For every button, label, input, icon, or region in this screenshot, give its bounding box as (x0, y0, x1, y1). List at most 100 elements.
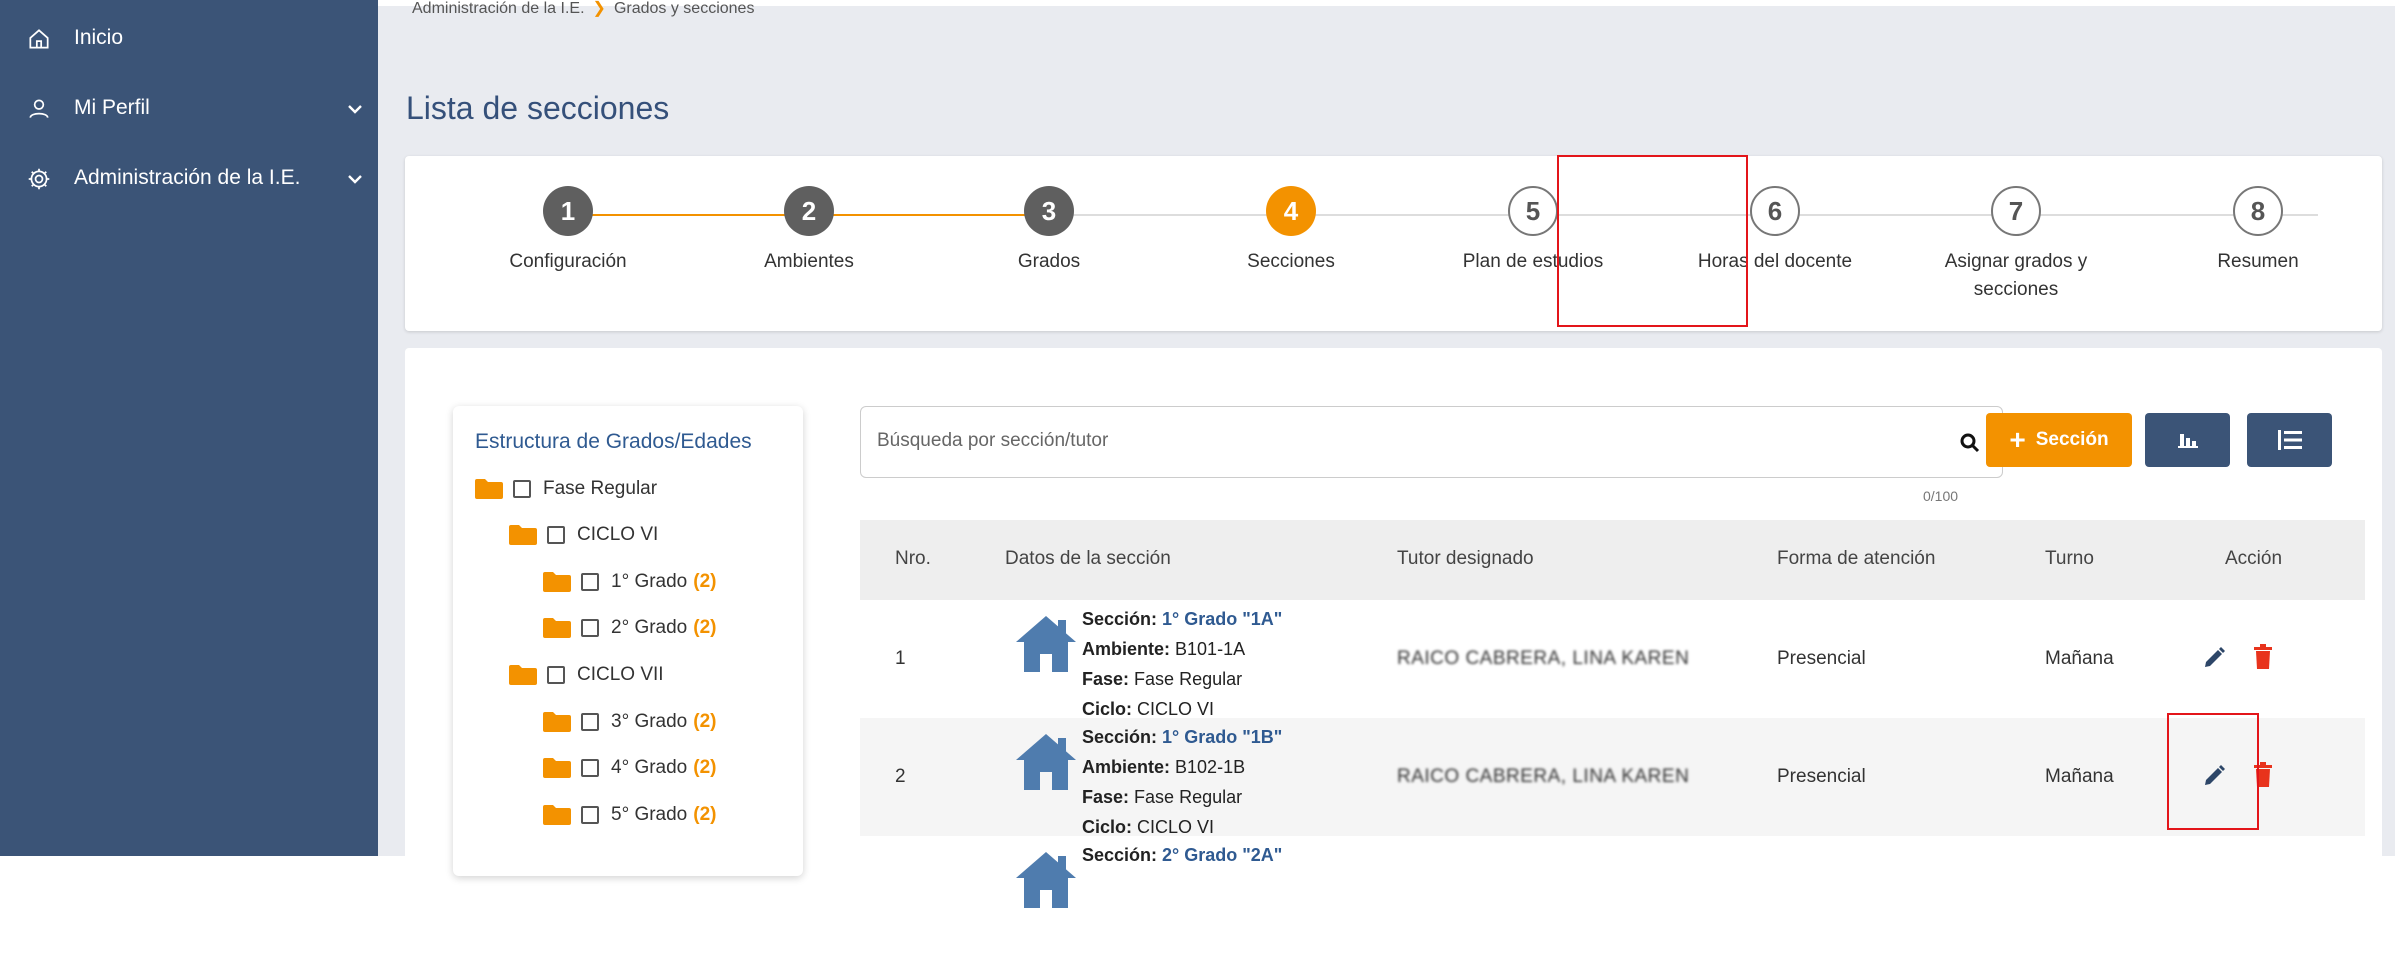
step-number: 3 (1024, 186, 1074, 236)
tree-node-ciclo-vii[interactable]: CICLO VII (509, 664, 664, 686)
checkbox[interactable] (581, 713, 599, 731)
step-configuracion[interactable]: 1 Configuración (448, 186, 688, 276)
tree-node-2-grado[interactable]: 2° Grado (2) (543, 617, 717, 639)
gear-icon (28, 168, 50, 190)
step-ambientes[interactable]: 2 Ambientes (689, 186, 929, 276)
tree-node-label: CICLO VI (577, 524, 659, 545)
attendance-mode: Presencial (1777, 648, 1866, 669)
tutor-name: RAICO CABRERA, LINA KAREN (1397, 648, 1690, 669)
tree-node-fase-regular[interactable]: Fase Regular (475, 478, 657, 500)
add-section-button[interactable]: + Sección (1986, 413, 2132, 467)
field-label: Ciclo: (1082, 699, 1133, 719)
tree-node-label: CICLO VII (577, 664, 664, 685)
tree-node-label: 4° Grado (611, 757, 688, 778)
step-number: 8 (2233, 186, 2283, 236)
chevron-down-icon[interactable] (346, 102, 364, 116)
search-icon[interactable] (1958, 431, 1982, 455)
column-header: Forma de atención (1777, 548, 1936, 569)
step-secciones[interactable]: 4 Secciones (1171, 186, 1411, 276)
folder-icon (475, 479, 503, 499)
field-label: Ambiente: (1082, 757, 1171, 777)
trash-icon[interactable] (2253, 644, 2273, 670)
row-number: 2 (895, 766, 906, 787)
chevron-down-icon[interactable] (346, 172, 364, 186)
field-label: Sección: (1082, 727, 1158, 747)
list-button[interactable] (2247, 413, 2332, 467)
highlight-box-edit (2167, 713, 2259, 830)
folder-icon (543, 618, 571, 638)
tree-node-count: (2) (693, 617, 717, 638)
step-label: Resumen (2217, 251, 2299, 272)
grade-tree-panel: Estructura de Grados/Edades Fase Regular… (453, 406, 803, 876)
tree-node-count: (2) (693, 804, 717, 825)
ambiente-value: B101-1A (1175, 639, 1246, 659)
sidebar-item-label: Administración de la I.E. (74, 166, 301, 189)
tree-node-4-grado[interactable]: 4° Grado (2) (543, 757, 717, 779)
field-label: Fase: (1082, 787, 1130, 807)
checkbox[interactable] (581, 619, 599, 637)
table-row: Sección: 2° Grado "2A" (860, 836, 2365, 954)
tree-node-label: 3° Grado (611, 711, 688, 732)
ciclo-value: CICLO VI (1137, 817, 1215, 837)
ciclo-value: CICLO VI (1137, 699, 1215, 719)
checkbox[interactable] (547, 666, 565, 684)
tree-node-label: 5° Grado (611, 804, 688, 825)
add-section-label: Sección (2035, 429, 2109, 450)
folder-icon (543, 572, 571, 592)
section-details: Sección: 2° Grado "2A" (1082, 840, 1282, 870)
sidebar-item-mi-perfil[interactable]: Mi Perfil (0, 88, 378, 128)
row-number: 1 (895, 648, 906, 669)
folder-icon (543, 758, 571, 778)
step-asignar-grados[interactable]: 7 Asignar grados y secciones (1896, 186, 2136, 304)
column-header: Acción (2225, 548, 2283, 569)
breadcrumb-parent[interactable]: Administración de la I.E. (412, 0, 585, 17)
section-details: Sección: 1° Grado "1B" Ambiente: B102-1B… (1082, 722, 1282, 842)
folder-icon (543, 805, 571, 825)
checkbox[interactable] (547, 526, 565, 544)
fase-value: Fase Regular (1134, 787, 1243, 807)
field-label: Ambiente: (1082, 639, 1171, 659)
section-details: Sección: 1° Grado "1A" Ambiente: B101-1A… (1082, 604, 1282, 724)
column-header: Turno (2045, 548, 2094, 569)
bar-chart-icon (2177, 434, 2198, 448)
stepper: 1 Configuración 2 Ambientes 3 Grados 4 S… (405, 155, 2382, 331)
edit-icon[interactable] (2202, 646, 2226, 670)
chart-button[interactable] (2145, 413, 2230, 467)
step-label: Ambientes (764, 251, 854, 272)
field-label: Sección: (1082, 609, 1158, 629)
breadcrumb-current: Grados y secciones (613, 0, 755, 17)
tree-node-label: 2° Grado (611, 617, 688, 638)
step-resumen[interactable]: 8 Resumen (2138, 186, 2378, 276)
folder-icon (543, 712, 571, 732)
home-icon (29, 29, 49, 49)
tree-node-3-grado[interactable]: 3° Grado (2) (543, 711, 717, 733)
house-icon (1016, 852, 1076, 908)
tree-node-count: (2) (693, 571, 717, 592)
checkbox[interactable] (581, 573, 599, 591)
sidebar: Inicio Mi Perfil Administración de la I.… (0, 0, 378, 856)
tree-node-ciclo-vi[interactable]: CICLO VI (509, 524, 658, 546)
step-number: 7 (1991, 186, 2041, 236)
step-grados[interactable]: 3 Grados (929, 186, 1169, 276)
tree-node-label: Fase Regular (543, 478, 658, 499)
step-label: Configuración (509, 251, 627, 272)
tree-node-5-grado[interactable]: 5° Grado (2) (543, 804, 717, 826)
step-label: Asignar grados y secciones (1944, 251, 2088, 300)
column-header: Nro. (895, 548, 931, 569)
sidebar-item-administracion[interactable]: Administración de la I.E. (0, 158, 378, 198)
sidebar-item-label: Inicio (74, 26, 124, 49)
main-content: Administración de la I.E. ❯ Grados y secci… (378, 0, 2395, 908)
checkbox[interactable] (513, 480, 531, 498)
sidebar-item-inicio[interactable]: Inicio (0, 18, 378, 58)
shift: Mañana (2045, 766, 2114, 787)
checkbox[interactable] (581, 806, 599, 824)
search-input[interactable] (875, 429, 1879, 453)
tree-node-1-grado[interactable]: 1° Grado (2) (543, 571, 717, 593)
tree-node-label: 1° Grado (611, 571, 688, 592)
table-row: 2 Sección: 1° Grado "1B" Ambiente: B102-… (860, 713, 2365, 837)
checkbox[interactable] (581, 759, 599, 777)
search-char-counter: 0/100 (1923, 488, 1959, 504)
search-field[interactable] (860, 406, 2003, 478)
breadcrumb-separator-icon: ❯ (592, 0, 606, 17)
plus-icon: + (2009, 424, 2026, 455)
